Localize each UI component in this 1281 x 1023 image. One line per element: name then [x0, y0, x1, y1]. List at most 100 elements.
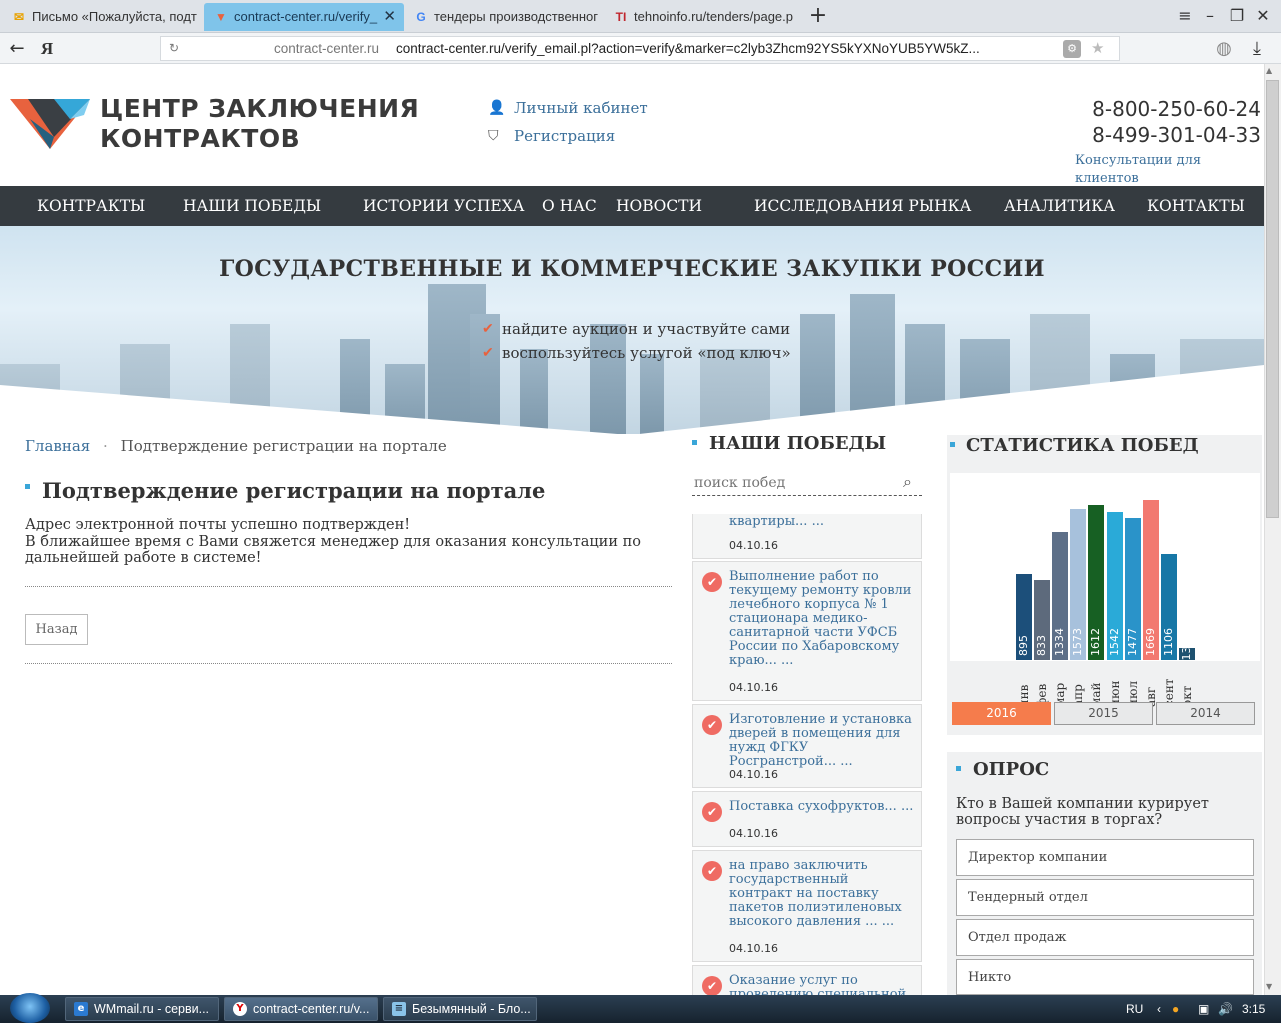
chart-data-label: 1334: [1053, 627, 1067, 656]
volume-icon[interactable]: 🔊: [1218, 995, 1233, 1023]
list-item[interactable]: квартиры... ... 04.10.16: [692, 514, 922, 559]
scrollbar-thumb[interactable]: [1266, 80, 1279, 518]
list-item[interactable]: ✔ Выполнение работ по текущему ремонту к…: [692, 561, 922, 701]
globe-icon[interactable]: ◍: [1213, 38, 1235, 60]
list-item[interactable]: ✔ на право заключить государственный кон…: [692, 850, 922, 962]
win-title[interactable]: на право заключить государственный контр…: [729, 859, 914, 929]
tab-contract-center[interactable]: ▼ contract-center.ru/verify_ ✕: [204, 3, 404, 31]
chart-data-label: 130: [1179, 647, 1193, 660]
win-date: 04.10.16: [729, 539, 778, 552]
tray-expand-icon[interactable]: ‹: [1157, 995, 1161, 1023]
wins-search-input[interactable]: [692, 470, 922, 496]
close-window-icon[interactable]: ✕: [1251, 4, 1275, 28]
list-item[interactable]: ✔ Поставка сухофруктов... ... 04.10.16: [692, 791, 922, 847]
yandex-logo[interactable]: Я: [36, 38, 58, 60]
chart-data-label: 1477: [1125, 627, 1139, 656]
cabinet-link[interactable]: Личный кабинет: [514, 99, 648, 117]
consult-link[interactable]: Консультации для клиентов: [1075, 152, 1264, 188]
firefox-tray-icon[interactable]: ●: [1172, 995, 1179, 1023]
chart-bar[interactable]: 1669: [1142, 499, 1159, 660]
new-tab-icon[interactable]: +: [806, 4, 830, 28]
year-button-2016[interactable]: 2016: [952, 702, 1051, 725]
close-tab-icon[interactable]: ✕: [383, 3, 396, 31]
user-icon: 👤: [488, 100, 506, 116]
chart-bar[interactable]: 1573: [1070, 508, 1087, 660]
check-icon: ✔: [702, 976, 722, 995]
year-button-2014[interactable]: 2014: [1156, 702, 1255, 725]
menu-item-about[interactable]: О НАС: [542, 186, 597, 226]
language-indicator[interactable]: RU: [1126, 995, 1143, 1023]
chart-bar[interactable]: 1106: [1160, 553, 1177, 660]
win-title[interactable]: Оказание услуг по проведению специальной: [729, 974, 914, 996]
chart-bar[interactable]: 1542: [1106, 511, 1123, 660]
taskbar-item-notepad[interactable]: ≡ Безымянный - Бло...: [383, 997, 537, 1021]
chart-data-label: 1106: [1161, 627, 1175, 656]
menu-icon[interactable]: ≡: [1173, 4, 1197, 28]
network-icon[interactable]: ▣: [1198, 995, 1209, 1023]
chart-bar[interactable]: 1477: [1124, 518, 1141, 660]
url-field[interactable]: ↻ contract-center.ru contract-center.ru/…: [160, 36, 1120, 61]
protect-icon[interactable]: ⚙: [1063, 40, 1081, 58]
confirm-message-line-1: Адрес электронной почты успешно подтверж…: [25, 517, 411, 533]
menu-item-contacts[interactable]: КОНТАКТЫ: [1147, 186, 1245, 226]
chart-bar[interactable]: 1612: [1088, 505, 1105, 660]
shield-icon: ⛉: [488, 128, 499, 144]
phone-2[interactable]: 8-499-301-04-33: [1041, 123, 1261, 147]
win-title[interactable]: квартиры... ...: [729, 515, 914, 529]
menu-item-wins[interactable]: НАШИ ПОБЕДЫ: [183, 186, 321, 226]
win-title[interactable]: Изготовление и установка дверей в помеще…: [729, 713, 914, 769]
poll-option[interactable]: Никто: [956, 959, 1254, 995]
menu-item-analytics[interactable]: АНАЛИТИКА: [1004, 186, 1115, 226]
chart-data-label: 1573: [1071, 627, 1085, 656]
chart-bar[interactable]: 895: [1016, 574, 1032, 660]
taskbar-item-wmmail[interactable]: e WMmail.ru - серви...: [65, 997, 219, 1021]
back-button[interactable]: Назад: [25, 614, 88, 645]
chart-data-label: 1669: [1143, 627, 1157, 656]
poll-option[interactable]: Директор компании: [956, 839, 1254, 876]
menu-item-news[interactable]: НОВОСТИ: [616, 186, 702, 226]
menu-item-contracts[interactable]: КОНТРАКТЫ: [37, 186, 145, 226]
back-arrow-icon[interactable]: ←: [6, 38, 28, 60]
confirm-message-line-2: В ближайшее время с Вами свяжется менедж…: [25, 534, 642, 550]
tab-mail[interactable]: ✉ Письмо «Пожалуйста, подт: [2, 3, 202, 31]
year-button-2015[interactable]: 2015: [1054, 702, 1153, 725]
check-icon: ✔: [702, 802, 722, 822]
clock[interactable]: 3:15: [1242, 995, 1265, 1023]
wins-marker: [692, 440, 697, 445]
poll-option[interactable]: Тендерный отдел: [956, 879, 1254, 916]
win-title[interactable]: Выполнение работ по текущему ремонту кро…: [729, 570, 914, 668]
scroll-down-icon[interactable]: ▼: [1266, 982, 1272, 992]
chart-bar[interactable]: 833: [1034, 580, 1051, 660]
logo-line-1[interactable]: ЦЕНТР ЗАКЛЮЧЕНИЯ: [100, 94, 419, 124]
chart-bar[interactable]: 130: [1178, 647, 1195, 660]
minimize-icon[interactable]: –: [1198, 4, 1222, 28]
tab-google[interactable]: G тендеры производственног: [404, 3, 604, 31]
chart-month-label: авг: [1143, 686, 1158, 707]
company-logo-icon[interactable]: [10, 97, 90, 151]
start-button[interactable]: [10, 993, 50, 1023]
tab-tehnoinfo[interactable]: TI tehnoinfo.ru/tenders/page.p: [604, 3, 804, 31]
main-menu: КОНТРАКТЫ НАШИ ПОБЕДЫ ИСТОРИИ УСПЕХА О Н…: [0, 186, 1264, 226]
chart-bar[interactable]: 1334: [1052, 531, 1069, 660]
menu-item-market-research[interactable]: ИССЛЕДОВАНИЯ РЫНКА: [754, 186, 971, 226]
reload-icon[interactable]: ↻: [169, 37, 179, 60]
search-icon[interactable]: ⌕: [903, 473, 912, 491]
list-item[interactable]: ✔ Изготовление и установка дверей в поме…: [692, 704, 922, 788]
chart-month-label: май: [1089, 682, 1104, 708]
bookmark-star-icon[interactable]: ★: [1091, 37, 1104, 60]
restore-icon[interactable]: ❐: [1225, 4, 1249, 28]
win-date: 04.10.16: [729, 827, 778, 840]
phone-1[interactable]: 8-800-250-60-24: [1041, 97, 1261, 121]
win-title[interactable]: Поставка сухофруктов... ...: [729, 800, 914, 814]
chart-month-label: июл: [1125, 680, 1140, 707]
breadcrumb-home[interactable]: Главная: [25, 437, 90, 455]
download-icon[interactable]: ⤓: [1246, 38, 1268, 60]
register-link[interactable]: Регистрация: [514, 127, 615, 145]
poll-option[interactable]: Отдел продаж: [956, 919, 1254, 956]
win-date: 04.10.16: [729, 681, 778, 694]
logo-line-2[interactable]: КОНТРАКТОВ: [100, 124, 300, 154]
list-item[interactable]: ✔ Оказание услуг по проведению специальн…: [692, 965, 922, 995]
menu-item-success-stories[interactable]: ИСТОРИИ УСПЕХА: [363, 186, 524, 226]
scroll-up-icon[interactable]: ▲: [1266, 66, 1272, 76]
taskbar-item-browser[interactable]: Y contract-center.ru/v...: [224, 997, 378, 1021]
